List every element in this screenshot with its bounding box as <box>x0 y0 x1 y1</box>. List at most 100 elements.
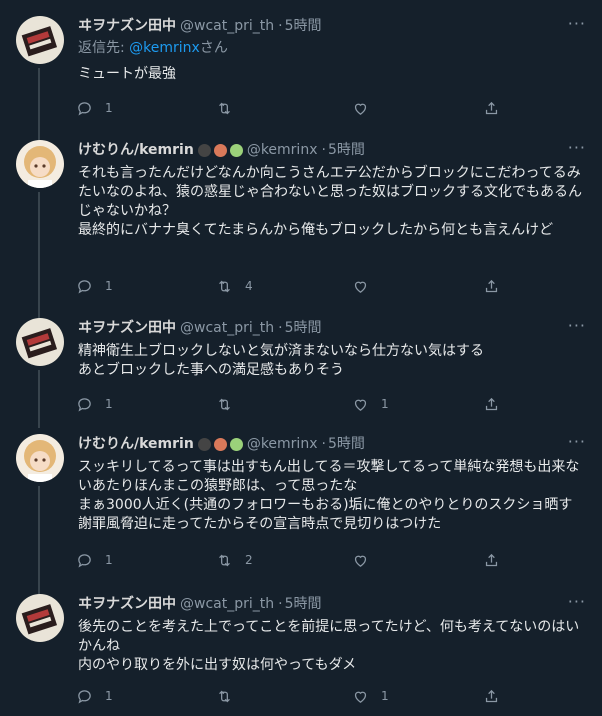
tweet-time-separator: · <box>278 320 283 336</box>
like-icon <box>354 103 367 115</box>
reply-button[interactable]: 1 <box>76 394 113 414</box>
tweet[interactable]: ヰヲナズン田中 @wcat_pri_th · 5時間 ··· 後先のことを考えた… <box>0 594 602 716</box>
tweet-text: ミュートが最強 <box>78 66 176 82</box>
like-button[interactable] <box>352 550 381 570</box>
tweet-header: ヰヲナズン田中 @wcat_pri_th · 5時間 <box>78 318 322 338</box>
retweet-icon <box>219 398 230 410</box>
tweet-time[interactable]: 5時間 <box>285 16 322 36</box>
retweet-button[interactable] <box>216 394 245 414</box>
like-count: 1 <box>381 689 389 703</box>
tweet[interactable]: ヰヲナズン田中 @wcat_pri_th · 5時間 ··· 精神衛生上ブロック… <box>0 318 602 428</box>
tweet-header: けむりん/kemrin @kemrinx · 5時間 <box>78 434 365 454</box>
user-handle[interactable]: @wcat_pri_th <box>180 16 274 36</box>
retweet-button[interactable] <box>216 686 245 706</box>
more-options-icon[interactable]: ··· <box>568 16 586 32</box>
avatar[interactable] <box>16 140 64 188</box>
tweet-actions: 1 1 <box>76 686 576 706</box>
tweet-actions: 1 <box>76 98 576 118</box>
bowl-emoji-icon <box>229 143 243 157</box>
share-button[interactable] <box>483 98 500 118</box>
retweet-count: 4 <box>245 279 253 293</box>
reply-icon <box>78 689 91 704</box>
reply-count: 1 <box>105 101 113 115</box>
reply-count: 1 <box>105 397 113 411</box>
reply-count: 1 <box>105 279 113 293</box>
retweet-icon <box>219 102 230 114</box>
avatar[interactable] <box>16 434 64 482</box>
share-button[interactable] <box>483 394 500 414</box>
share-icon <box>485 553 498 566</box>
share-button[interactable] <box>483 276 500 296</box>
retweet-icon <box>219 690 230 702</box>
avatar[interactable] <box>16 594 64 642</box>
more-options-icon[interactable]: ··· <box>568 594 586 610</box>
display-name[interactable]: ヰヲナズン田中 <box>78 16 176 36</box>
more-options-icon[interactable]: ··· <box>568 140 586 156</box>
user-handle[interactable]: @kemrinx <box>247 140 318 160</box>
tweet-time-separator: · <box>321 142 326 158</box>
display-name[interactable]: ヰヲナズン田中 <box>78 594 176 614</box>
thread-line <box>38 192 40 320</box>
retweet-icon <box>219 280 230 292</box>
user-handle[interactable]: @kemrinx <box>247 434 318 454</box>
reply-button[interactable]: 1 <box>76 276 113 296</box>
like-icon <box>354 281 367 293</box>
thread-line <box>38 486 40 596</box>
like-button[interactable]: 1 <box>352 394 389 414</box>
bomb-emoji-icon <box>197 437 211 451</box>
reply-icon <box>78 101 91 116</box>
thread-line <box>38 370 40 428</box>
reply-button[interactable]: 1 <box>76 550 113 570</box>
like-button[interactable]: 1 <box>352 686 389 706</box>
tweet-time[interactable]: 5時間 <box>285 594 322 614</box>
like-button[interactable] <box>352 276 381 296</box>
reply-to-prefix: 返信先: <box>78 40 130 56</box>
reply-to-suffix: さん <box>199 40 228 56</box>
tweet-time[interactable]: 5時間 <box>285 318 322 338</box>
more-options-icon[interactable]: ··· <box>568 318 586 334</box>
user-handle[interactable]: @wcat_pri_th <box>180 594 274 614</box>
tweet[interactable]: けむりん/kemrin @kemrinx · 5時間 ··· それも言ったんだけ… <box>0 140 602 320</box>
share-button[interactable] <box>483 550 500 570</box>
tweet-time-separator: · <box>278 18 283 34</box>
bomb-emoji-icon <box>197 143 211 157</box>
user-handle[interactable]: @wcat_pri_th <box>180 318 274 338</box>
thread-line <box>38 68 40 148</box>
tweet-actions: 1 2 <box>76 550 576 570</box>
tweet-time[interactable]: 5時間 <box>328 434 365 454</box>
tweet[interactable]: ヰヲナズン田中 @wcat_pri_th · 5時間 ··· 返信先: @kem… <box>0 16 602 148</box>
reply-button[interactable]: 1 <box>76 98 113 118</box>
like-button[interactable] <box>352 98 381 118</box>
share-icon <box>485 397 498 410</box>
reply-to-line: 返信先: @kemrinxさん <box>78 38 228 58</box>
retweet-count: 2 <box>245 553 253 567</box>
retweet-button[interactable]: 4 <box>216 276 253 296</box>
more-options-icon[interactable]: ··· <box>568 434 586 450</box>
share-icon <box>485 279 498 292</box>
reply-icon <box>78 553 91 568</box>
reply-count: 1 <box>105 689 113 703</box>
share-button[interactable] <box>483 686 500 706</box>
like-icon <box>354 555 367 567</box>
tweet[interactable]: けむりん/kemrin @kemrinx · 5時間 ··· スッキリしてるって… <box>0 434 602 596</box>
display-name[interactable]: けむりん/kemrin <box>78 140 194 160</box>
reply-button[interactable]: 1 <box>76 686 113 706</box>
retweet-icon <box>219 554 230 566</box>
tweet-time[interactable]: 5時間 <box>328 140 365 160</box>
reply-mention-link[interactable]: @kemrinx <box>129 40 200 56</box>
bowl-emoji-icon <box>229 437 243 451</box>
display-name[interactable]: ヰヲナズン田中 <box>78 318 176 338</box>
avatar[interactable] <box>16 318 64 366</box>
tweet-thread: ヰヲナズン田中 @wcat_pri_th · 5時間 ··· 返信先: @kem… <box>0 0 602 716</box>
like-count: 1 <box>381 397 389 411</box>
face-emoji-icon <box>213 143 227 157</box>
avatar[interactable] <box>16 16 64 64</box>
retweet-button[interactable]: 2 <box>216 550 253 570</box>
tweet-text: スッキリしてるって事は出すもん出してる＝攻撃してるって単純な発想も出来ないあたり… <box>78 459 580 532</box>
retweet-button[interactable] <box>216 98 245 118</box>
share-icon <box>485 101 498 114</box>
display-name[interactable]: けむりん/kemrin <box>78 434 194 454</box>
reply-count: 1 <box>105 553 113 567</box>
share-icon <box>485 689 498 702</box>
tweet-header: ヰヲナズン田中 @wcat_pri_th · 5時間 <box>78 16 322 36</box>
